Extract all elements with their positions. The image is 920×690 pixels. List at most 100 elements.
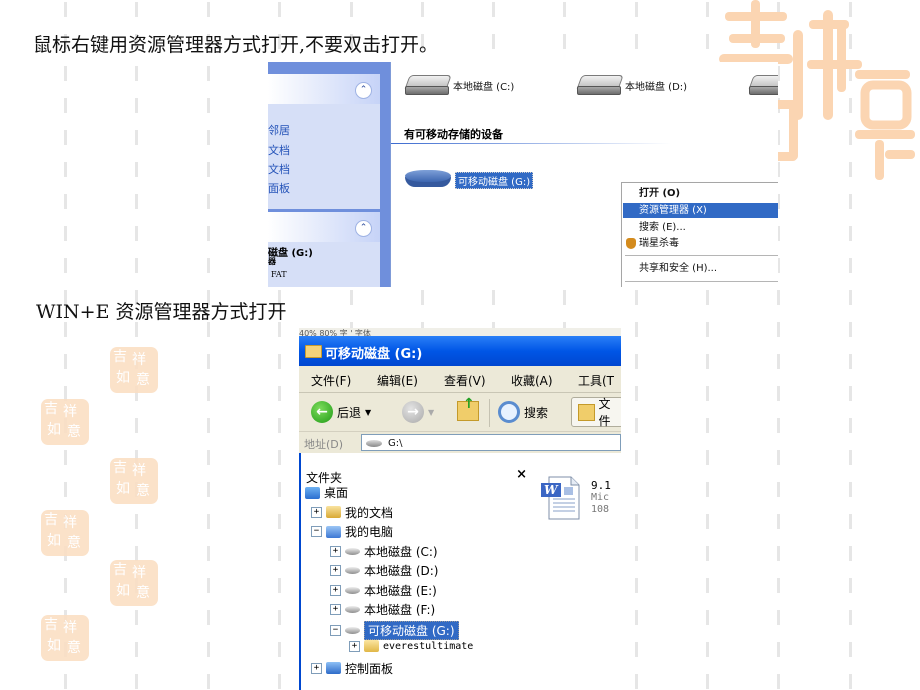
up-folder-button[interactable]: ↑ (457, 396, 479, 421)
grid-dash (64, 674, 67, 689)
section-divider (391, 143, 671, 144)
seal-character: 祥 (63, 515, 77, 531)
menu-item-sharing[interactable]: 共享和安全 (H)... (623, 261, 778, 276)
section-removable-storage: 有可移动存储的设备 (404, 128, 503, 141)
expand-icon[interactable]: + (330, 584, 341, 596)
expand-icon[interactable]: + (311, 506, 322, 518)
link-documents[interactable]: 文档 (268, 142, 290, 158)
menu-separator (625, 281, 778, 282)
menu-favorites[interactable]: 收藏(A) (511, 372, 553, 389)
menu-edit[interactable]: 编辑(E) (377, 372, 418, 389)
search-button[interactable]: 搜索 (498, 401, 548, 423)
grid-dash (207, 258, 210, 273)
grid-dash (706, 322, 709, 337)
tree-item[interactable]: + 本地磁盘 (D:) (330, 562, 438, 579)
grid-dash (64, 578, 67, 593)
link-control-panel[interactable]: 面板 (268, 180, 290, 196)
tree-item[interactable]: + 我的文档 (311, 504, 393, 521)
folders-button[interactable]: 文件 (571, 397, 621, 428)
tree-item[interactable]: 桌面 (305, 484, 348, 501)
grid-dash (635, 514, 638, 529)
grid-dash (278, 2, 281, 17)
tree-item[interactable]: + 本地磁盘 (E:) (330, 582, 437, 599)
word-document-icon[interactable]: W (541, 475, 581, 521)
menu-file[interactable]: 文件(F) (311, 372, 351, 389)
grid-dash (563, 34, 566, 49)
grid-dash (207, 322, 210, 337)
grid-dash (278, 386, 281, 401)
drive-c[interactable]: 本地磁盘 (C:) (404, 75, 514, 95)
grid-dash (207, 354, 210, 369)
details-filesystem: FAT (271, 270, 287, 279)
seal-stamp-icon: 吉祥如意 (110, 347, 158, 393)
link-network[interactable]: 邻居 (268, 122, 290, 138)
grid-dash (278, 642, 281, 657)
tree-item-label: 我的电脑 (345, 525, 394, 539)
dropdown-arrow-icon[interactable]: ▼ (365, 408, 371, 417)
address-input[interactable]: G:\ (361, 434, 621, 451)
seal-character: 意 (67, 424, 81, 440)
grid-dash (849, 514, 852, 529)
grid-dash (207, 386, 210, 401)
double-chevron-up-icon[interactable]: ⌃ (355, 220, 372, 237)
tree-item[interactable]: + 本地磁盘 (F:) (330, 601, 435, 618)
grid-dash (207, 450, 210, 465)
grid-dash (278, 450, 281, 465)
grid-dash (278, 322, 281, 337)
forward-button[interactable]: → ▼ (402, 401, 434, 423)
grid-dash (777, 578, 780, 593)
menu-item-search[interactable]: 搜索 (E)... (623, 220, 778, 235)
seal-stamp-icon: 吉祥如意 (110, 560, 158, 606)
drive-list: 本地磁盘 (C:) 本地磁盘 (D:) 有可移动存储的设备 可移动磁盘 (G:)… (390, 62, 778, 287)
menu-item-explore[interactable]: 资源管理器 (X) (623, 203, 778, 218)
collapse-icon[interactable]: − (311, 526, 322, 537)
grid-dash (135, 610, 138, 625)
details-type: 器 (268, 257, 276, 266)
collapse-icon[interactable]: − (330, 624, 341, 636)
seal-stamp-icon: 吉祥如意 (41, 615, 89, 661)
close-icon[interactable]: × (516, 467, 527, 482)
tree-item-label: 控制面板 (345, 661, 394, 676)
menu-item-antivirus[interactable]: 瑞星杀毒 (623, 236, 778, 251)
expand-icon[interactable]: + (330, 545, 341, 557)
seal-character: 如 (47, 422, 61, 438)
seal-character: 如 (47, 638, 61, 654)
tree-item[interactable]: + 本地磁盘 (C:) (330, 543, 438, 560)
window-titlebar[interactable]: 可移动磁盘 (G:) (299, 336, 621, 366)
menu-item-open[interactable]: 打开 (O) (623, 186, 778, 201)
tree-item[interactable]: − 可移动磁盘 (G:) (330, 620, 459, 640)
tree-item[interactable]: − 我的电脑 (311, 523, 393, 540)
tree-item[interactable]: + everestultimate (349, 640, 473, 652)
grid-dash (849, 610, 852, 625)
menu-view[interactable]: 查看(V) (444, 372, 486, 389)
grid-dash (849, 418, 852, 433)
seal-character: 如 (116, 370, 130, 386)
grid-dash (777, 546, 780, 561)
seal-character: 意 (67, 640, 81, 656)
removable-drive-label[interactable]: 可移动磁盘 (G:) (455, 172, 534, 189)
grid-dash (706, 290, 709, 305)
address-value: G:\ (388, 438, 403, 449)
file-info[interactable]: 9.1 Mic 108 (591, 480, 611, 516)
grid-dash (563, 2, 566, 17)
tree-item[interactable]: + 控制面板 (311, 660, 393, 677)
removable-drive-icon[interactable] (405, 170, 453, 190)
expand-icon[interactable]: + (311, 662, 322, 674)
seal-stamp-icon: 吉祥如意 (41, 510, 89, 556)
expand-icon[interactable]: + (330, 565, 341, 576)
double-chevron-up-icon[interactable]: ⌃ (355, 82, 372, 99)
expand-icon[interactable]: + (349, 640, 360, 652)
dropdown-arrow-icon[interactable]: ▼ (428, 408, 434, 417)
back-button[interactable]: ← 后退 ▼ (311, 401, 371, 423)
drive-d[interactable]: 本地磁盘 (D:) (576, 75, 687, 95)
grid-dash (207, 2, 210, 17)
drive-e[interactable] (748, 75, 778, 95)
seal-character: 如 (47, 533, 61, 549)
seal-character: 意 (136, 585, 150, 601)
grid-dash (64, 2, 67, 17)
link-shared-documents[interactable]: 文档 (268, 161, 290, 177)
grid-dash (278, 546, 281, 561)
grid-dash (135, 674, 138, 689)
expand-icon[interactable]: + (330, 604, 341, 615)
menu-tools[interactable]: 工具(T (578, 372, 614, 389)
